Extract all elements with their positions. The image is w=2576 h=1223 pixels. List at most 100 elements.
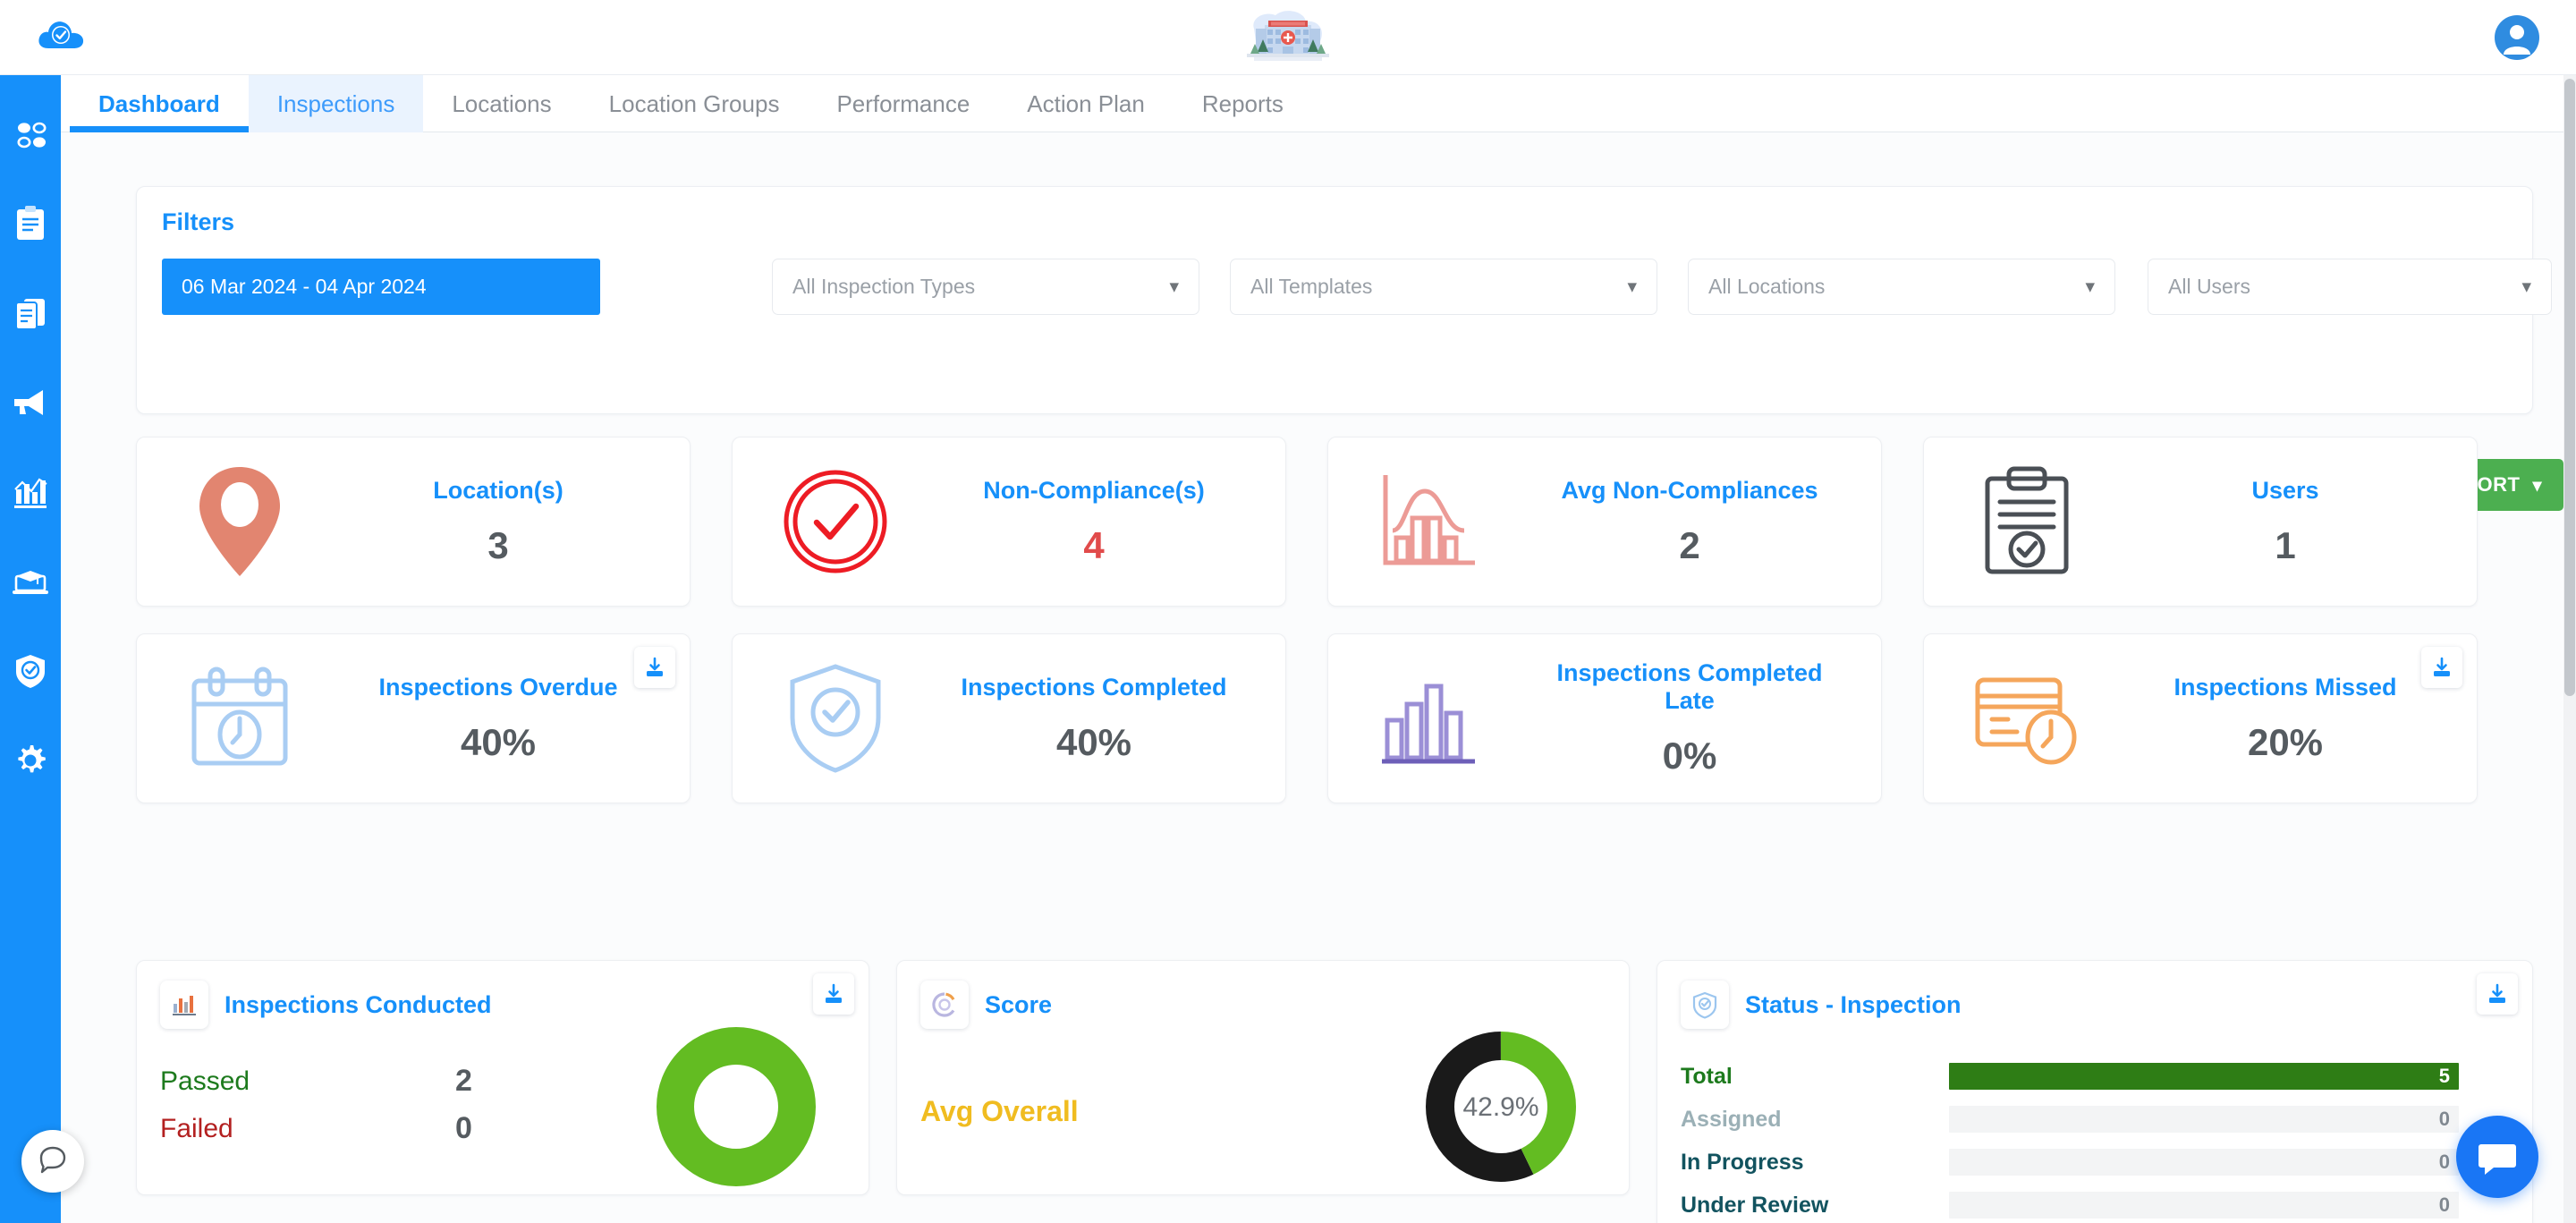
kpi-body: Inspections Completed Late 0% <box>1534 659 1881 777</box>
status-label: Assigned <box>1681 1106 1782 1132</box>
templates-select[interactable]: All Templates ▾ <box>1230 259 1657 315</box>
cloud-check-logo[interactable] <box>36 11 88 63</box>
passed-label: Passed <box>160 1066 250 1096</box>
download-icon[interactable] <box>634 647 675 688</box>
filters-title: Filters <box>162 208 235 235</box>
sidebar-item-analytics[interactable] <box>0 447 61 537</box>
tab-dashboard[interactable]: Dashboard <box>70 75 249 132</box>
tab-reports[interactable]: Reports <box>1174 75 1312 132</box>
gear-icon <box>12 742 49 779</box>
calendar-clock-icon <box>137 665 343 772</box>
sidebar-item-training[interactable] <box>0 537 61 626</box>
status-value: 0 <box>2438 1151 2450 1173</box>
kpi-label: Inspections Missed <box>2174 673 2397 701</box>
sidebar-item-compliance[interactable] <box>0 626 61 716</box>
panel-title: Status - Inspection <box>1745 990 1962 1018</box>
tab-label: Performance <box>836 89 970 117</box>
kpi-body: Users 1 <box>2130 477 2477 567</box>
kpi-card-users[interactable]: Users 1 <box>1923 437 2478 607</box>
kpi-value: 4 <box>1083 523 1105 566</box>
tab-label: Locations <box>452 89 552 117</box>
status-row[interactable]: In Progress 0 <box>1681 1147 2459 1177</box>
date-range-value: 06 Mar 2024 - 04 Apr 2024 <box>182 275 427 298</box>
kpi-value: 40% <box>460 720 537 763</box>
templates-value: All Templates <box>1250 275 1373 298</box>
status-value: 5 <box>2438 1065 2450 1087</box>
megaphone-icon <box>11 386 50 419</box>
tab-label: Location Groups <box>608 89 780 117</box>
kpi-label: Inspections Overdue <box>378 673 618 701</box>
chevron-down-icon: ▾ <box>1169 276 1179 297</box>
svg-text:42.9%: 42.9% <box>1462 1092 1538 1122</box>
status-inspection-panel: Status - Inspection Total 5 Assigned 0 In Pr… <box>1657 960 2533 1223</box>
status-bar-track: 0 <box>1949 1192 2459 1219</box>
user-avatar-icon[interactable] <box>2494 14 2540 61</box>
vertical-scrollbar-thumb[interactable] <box>2564 79 2575 696</box>
date-range-picker[interactable]: 06 Mar 2024 - 04 Apr 2024 <box>162 259 600 315</box>
kpi-card-avg-non-compliances[interactable]: Avg Non-Compliances 2 <box>1327 437 1882 607</box>
status-bar-track: 5 <box>1949 1063 2459 1090</box>
kpi-card-inspections-overdue[interactable]: Inspections Overdue 40% <box>136 633 691 803</box>
hospital-building-illustration <box>1238 5 1338 70</box>
status-row[interactable]: Under Review 0 <box>1681 1190 2459 1220</box>
sidebar-item-inspections[interactable] <box>0 179 61 268</box>
shield-check-icon <box>13 652 48 690</box>
kpi-label: Location(s) <box>433 476 564 504</box>
kpi-card-inspections-missed[interactable]: Inspections Missed 20% <box>1923 633 2478 803</box>
tab-locations[interactable]: Locations <box>423 75 580 132</box>
kpi-label: Inspections Completed <box>961 673 1227 701</box>
bar-chart-icon <box>12 475 49 509</box>
map-pin-icon <box>137 463 343 580</box>
inspection-types-select[interactable]: All Inspection Types ▾ <box>772 259 1199 315</box>
kpi-card-non-compliance-s[interactable]: Non-Compliance(s) 4 <box>732 437 1286 607</box>
kpi-label: Inspections Completed Late <box>1556 659 1823 714</box>
tab-location-groups[interactable]: Location Groups <box>580 75 809 132</box>
status-label: In Progress <box>1681 1149 1804 1175</box>
mini-bar-chart-icon <box>160 981 208 1029</box>
bell-curve-histogram-icon <box>1328 471 1534 572</box>
status-row[interactable]: Total 5 <box>1681 1061 2459 1091</box>
avg-overall-label: Avg Overall <box>920 1095 1079 1127</box>
top-header <box>0 0 2576 75</box>
kpi-body: Inspections Completed 40% <box>938 674 1285 764</box>
clipboard-lines-icon <box>13 204 48 243</box>
sidebar-item-documents[interactable] <box>0 268 61 358</box>
chat-bubble-icon[interactable] <box>2456 1116 2538 1198</box>
documents-icon <box>12 294 49 332</box>
kpi-label: Users <box>2251 476 2319 504</box>
kpi-label: Avg Non-Compliances <box>1561 476 1818 504</box>
chevron-down-icon: ▾ <box>2521 276 2531 297</box>
graduation-laptop-icon <box>11 565 50 598</box>
tab-performance[interactable]: Performance <box>808 75 998 132</box>
panel-header: Status - Inspection <box>1681 981 1962 1029</box>
download-icon[interactable] <box>2421 647 2462 688</box>
download-icon[interactable] <box>813 973 854 1015</box>
kpi-card-inspections-completed[interactable]: Inspections Completed 40% <box>732 633 1286 803</box>
kpi-value: 1 <box>2275 523 2296 566</box>
shield-check-icon <box>733 662 938 775</box>
sidebar-item-settings[interactable] <box>0 716 61 805</box>
users-value: All Users <box>2168 275 2251 298</box>
passed-row: Passed 2 <box>160 1064 472 1099</box>
chevron-down-icon: ▾ <box>1627 276 1637 297</box>
sidebar-item-announcements[interactable] <box>0 358 61 447</box>
users-select[interactable]: All Users ▾ <box>2148 259 2552 315</box>
tab-action-plan[interactable]: Action Plan <box>998 75 1174 132</box>
tab-inspections[interactable]: Inspections <box>248 75 424 132</box>
score-panel: Score Avg Overall 42.9% <box>896 960 1630 1195</box>
failed-row: Failed 0 <box>160 1111 472 1146</box>
status-value: 0 <box>2438 1193 2450 1216</box>
main-navigation: Dashboard Inspections Locations Location Gr… <box>61 75 2576 132</box>
kpi-card-location-s[interactable]: Location(s) 3 <box>136 437 691 607</box>
sidebar-item-dashboard-grid[interactable] <box>0 89 61 179</box>
help-chat-icon[interactable] <box>21 1130 84 1193</box>
filters-card: Filters 06 Mar 2024 - 04 Apr 2024 All In… <box>136 186 2552 414</box>
bar-chart-purple-icon <box>1328 668 1534 769</box>
tab-label: Reports <box>1201 89 1284 117</box>
kpi-card-inspections-completed-late[interactable]: Inspections Completed Late 0% <box>1327 633 1882 803</box>
download-icon[interactable] <box>2477 973 2518 1015</box>
locations-select[interactable]: All Locations ▾ <box>1688 259 2115 315</box>
panel-header: Inspections Conducted <box>160 981 492 1029</box>
status-row[interactable]: Assigned 0 <box>1681 1104 2459 1134</box>
tab-label: Inspections <box>276 89 395 117</box>
